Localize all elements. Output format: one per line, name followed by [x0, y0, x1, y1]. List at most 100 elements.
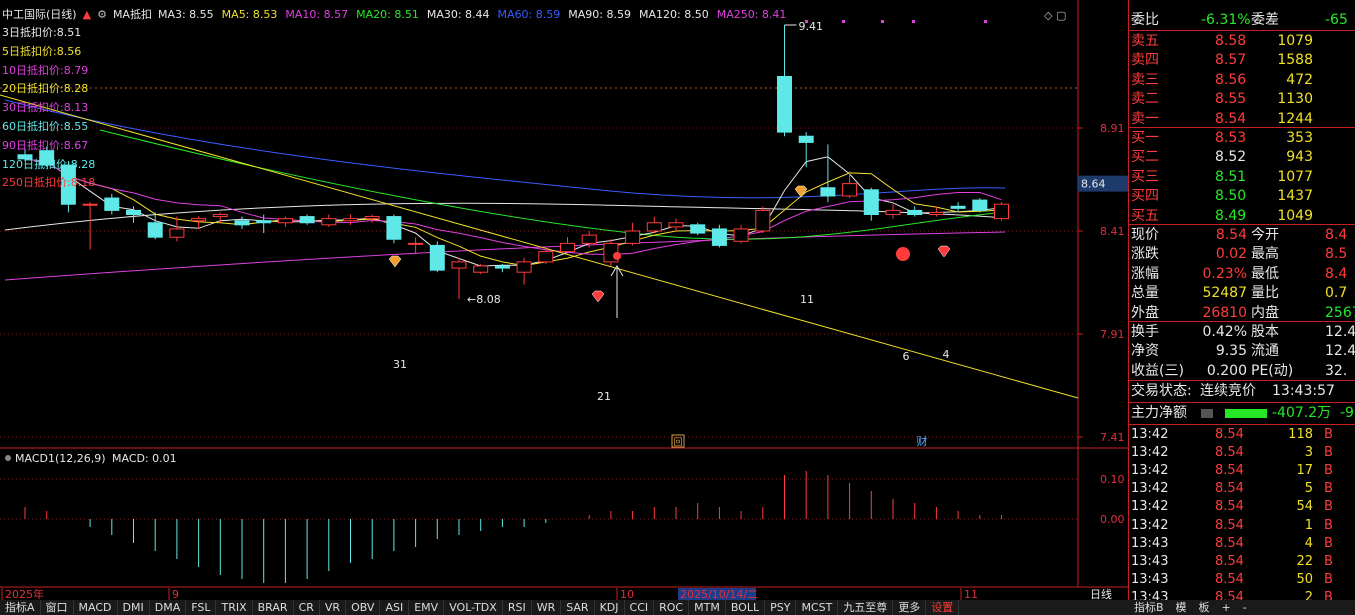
bids-row[interactable]: 买四 8.50 1437 [1129, 187, 1355, 206]
candle-body[interactable] [755, 209, 771, 232]
indicator-name[interactable]: MA抵扣 [113, 6, 152, 22]
asks-row[interactable]: 卖四 8.57 1588 [1129, 51, 1355, 70]
window-control-icons[interactable]: ◇ ▢ [1044, 9, 1066, 22]
indicator-tab[interactable]: RSI [503, 600, 532, 615]
candle-body[interactable] [516, 261, 532, 273]
candle-body[interactable] [581, 234, 597, 244]
indicator-b-tab[interactable]: 模 [1170, 600, 1193, 615]
candle-body[interactable] [733, 228, 749, 242]
bids-row[interactable]: 买一 8.53 353 [1129, 129, 1355, 148]
bids-row[interactable]: 买三 8.51 1077 [1129, 168, 1355, 187]
asks-row[interactable]: 卖一 8.54 1244 [1129, 110, 1355, 129]
indicator-tab[interactable]: 设置 [926, 600, 960, 615]
candle-body[interactable] [191, 218, 207, 222]
indicator-tab[interactable]: DMI [118, 600, 150, 615]
candle-body[interactable] [690, 224, 706, 234]
candle-body[interactable] [777, 76, 792, 133]
indicator-tab[interactable]: EMV [409, 600, 445, 615]
ma-value: MA90: 8.59 [568, 7, 631, 21]
candle-body[interactable] [386, 216, 402, 240]
indicator-tab[interactable]: DMA [150, 600, 187, 615]
candle-body[interactable] [560, 242, 575, 253]
indicator-tab[interactable]: MACD [74, 600, 118, 615]
indicator-tab[interactable]: VR [320, 600, 347, 615]
candle-body[interactable] [82, 203, 98, 206]
candle-body[interactable] [646, 222, 662, 232]
candle-body[interactable] [147, 222, 163, 238]
candle-body[interactable] [625, 230, 641, 244]
indicator-tab[interactable]: 窗口 [41, 600, 74, 615]
candle-body[interactable] [234, 220, 250, 226]
kline-chart[interactable]: 8.91 8.41 7.91 7.41 8.64 9.41 ←8.08 31 21 11 6 4 回 财 M… [0, 0, 1128, 615]
bids-row[interactable]: 买二 8.52 943 [1129, 148, 1355, 167]
indicator-tab[interactable]: ROC [654, 600, 690, 615]
indicator-tab[interactable]: VOL-TDX [444, 600, 503, 615]
indicator-tab[interactable]: BOLL [726, 600, 766, 615]
quote-panel: 委比 -6.31% 委差 -65 卖五 8.58 1079 卖四 8.57 1588 卖三 8… [1128, 0, 1355, 615]
candle-body[interactable] [408, 242, 424, 245]
settings-gear-icon[interactable]: ⚙ [97, 8, 107, 21]
indicator-tab[interactable]: 更多 [893, 600, 927, 615]
candle-body[interactable] [994, 203, 1009, 220]
asks-row[interactable]: 卖二 8.55 1130 [1129, 90, 1355, 109]
candle-body[interactable] [907, 209, 923, 216]
up-arrow-icon[interactable]: ▲ [83, 8, 91, 21]
indicator-b-tab[interactable]: + [1216, 600, 1237, 615]
indicator-b-tab[interactable]: 指标B [1128, 600, 1170, 615]
indicator-tab[interactable]: PSY [765, 600, 797, 615]
stock-title[interactable]: 中工国际(日线) [0, 6, 77, 22]
candle-body[interactable] [343, 218, 358, 222]
candle-body[interactable] [169, 228, 185, 238]
macd-axis-label: 0.00 [1100, 513, 1125, 526]
candle-body[interactable] [972, 199, 988, 211]
candle-body[interactable] [212, 214, 228, 218]
candle-body[interactable] [820, 187, 836, 197]
indicator-tab[interactable]: ASI [380, 600, 410, 615]
candle-body[interactable] [885, 209, 901, 216]
candle-body[interactable] [364, 216, 380, 220]
candle-body[interactable] [256, 220, 272, 224]
candle-body[interactable] [494, 265, 510, 269]
indicator-tab[interactable]: BRAR [253, 600, 294, 615]
indicator-tab[interactable]: OBV [346, 600, 381, 615]
indicator-tab[interactable]: 九五至尊 [838, 600, 894, 615]
candle-body[interactable] [538, 251, 554, 263]
candle-body[interactable] [321, 218, 337, 226]
indicator-tab[interactable]: WR [532, 600, 562, 615]
indicator-tab[interactable]: FSL [186, 600, 217, 615]
low-label: ←8.08 [467, 293, 501, 306]
indicator-tab[interactable]: TRIX [216, 600, 253, 615]
indicator-tab[interactable]: MCST [796, 600, 839, 615]
candle-body[interactable] [950, 205, 966, 209]
indicator-tab[interactable]: CR [294, 600, 320, 615]
asks-row[interactable]: 卖三 8.56 472 [1129, 71, 1355, 90]
candle-body[interactable] [863, 189, 879, 216]
candle-body[interactable] [277, 218, 293, 224]
indicator-tab[interactable]: SAR [561, 600, 595, 615]
asks-row[interactable]: 卖五 8.58 1079 [1129, 32, 1355, 51]
macd-settings-icon[interactable] [5, 455, 11, 461]
indicator-tab[interactable]: KDJ [595, 600, 625, 615]
list-icon[interactable] [1201, 409, 1213, 418]
indicator-b-tab[interactable]: - [1237, 600, 1253, 615]
candle-body[interactable] [451, 261, 467, 269]
price-axis-label: 7.91 [1100, 328, 1125, 341]
indicator-tab[interactable]: 指标A [0, 600, 41, 615]
candle-body[interactable] [429, 244, 445, 271]
candle-body[interactable] [842, 183, 858, 197]
candle-body[interactable] [126, 209, 141, 216]
dikou-item: 120日抵扣价:8.28 [2, 157, 96, 171]
candle-body[interactable] [299, 216, 315, 224]
candle-body[interactable] [668, 222, 684, 228]
bids-row[interactable]: 买五 8.49 1049 [1129, 207, 1355, 226]
indicator-tab[interactable]: MTM [689, 600, 726, 615]
candle-body[interactable] [798, 135, 814, 143]
candle-body[interactable] [928, 211, 944, 216]
candle-body[interactable] [104, 197, 120, 211]
candle-body[interactable] [711, 228, 727, 246]
indicator-b-tab[interactable]: 板 [1193, 600, 1216, 615]
zhuli-bar [1225, 409, 1267, 418]
indicator-tab[interactable]: CCI [625, 600, 655, 615]
chart-area[interactable]: 8.91 8.41 7.91 7.41 8.64 9.41 ←8.08 31 21 11 6 4 回 财 M… [0, 0, 1128, 615]
candle-body[interactable] [473, 265, 489, 273]
